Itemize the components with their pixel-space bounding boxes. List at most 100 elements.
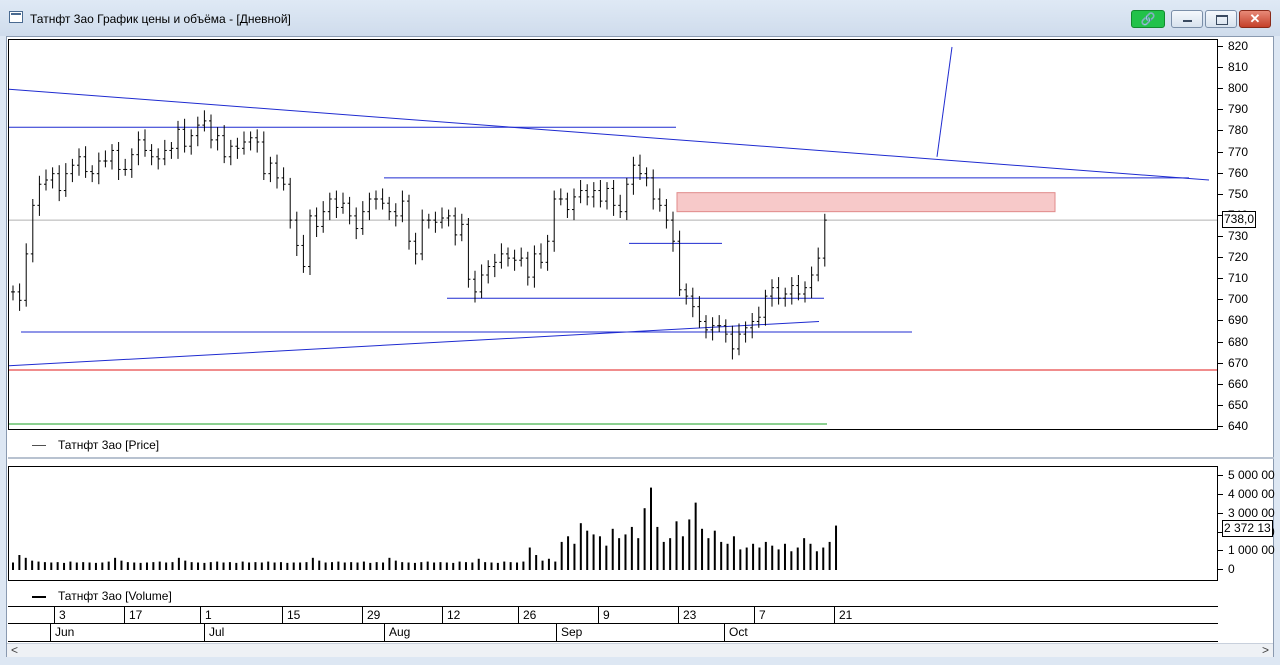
date-axis-month: Jul [204, 624, 224, 641]
ohlc-bar [426, 213, 431, 229]
price-axis-tick: 760 [1228, 165, 1249, 180]
price-axis-tick-mark [1218, 236, 1223, 237]
ohlc-bar [809, 266, 814, 299]
ohlc-bar [195, 116, 200, 147]
price-axis-tick: 820 [1228, 39, 1249, 53]
link-icon[interactable]: 🔗 [1131, 10, 1165, 28]
ohlc-bar [664, 199, 669, 229]
ohlc-bar [308, 209, 312, 275]
ohlc-bar [433, 211, 438, 233]
date-axis-day: 21 [834, 607, 852, 624]
ohlc-bar [605, 182, 609, 210]
date-axis-day: 23 [678, 607, 696, 624]
ohlc-bar [776, 277, 781, 305]
price-axis-tick-mark [1218, 299, 1223, 301]
window-title: Татнфт 3ао График цены и объёма - [Дневн… [30, 12, 291, 26]
panel-separator[interactable] [8, 457, 1274, 459]
ohlc-bar [413, 232, 418, 265]
ohlc-bar [763, 289, 768, 326]
ohlc-bar [539, 243, 543, 269]
ohlc-bar [545, 234, 550, 271]
ohlc-bar [565, 192, 570, 218]
volume-axis-tick-mark [1218, 512, 1223, 514]
ohlc-bar [341, 192, 345, 214]
ohlc-bar [459, 213, 464, 242]
steep-trend-line [936, 46, 953, 157]
ohlc-bar [77, 148, 81, 176]
price-axis-tick: 750 [1228, 186, 1249, 201]
ohlc-bar [374, 190, 378, 210]
current-price-label: 738,0 [1222, 211, 1257, 228]
ohlc-bar [532, 245, 537, 288]
ohlc-bar [136, 131, 141, 166]
ohlc-bar [453, 207, 458, 246]
ohlc-bar [37, 175, 42, 216]
ohlc-bar [314, 207, 319, 237]
ohlc-bar [275, 154, 279, 189]
volume-legend-label: Татнфт 3ао [Volume] [58, 589, 172, 603]
ohlc-bar [572, 188, 576, 221]
ohlc-bar [17, 283, 22, 311]
ohlc-bar [11, 285, 15, 301]
ohlc-bar [552, 190, 557, 252]
ohlc-bar [222, 125, 227, 164]
ohlc-bar [644, 167, 649, 187]
ohlc-bar [380, 188, 385, 210]
price-axis-tick: 810 [1228, 60, 1249, 75]
price-axis-tick-mark [1218, 278, 1223, 280]
price-axis-tick-mark [1218, 362, 1223, 364]
horizontal-scrollbar[interactable]: < > [7, 643, 1273, 657]
ohlc-bar [440, 207, 444, 229]
price-axis-tick-mark [1218, 109, 1223, 111]
volume-chart[interactable] [9, 467, 1217, 580]
price-chart[interactable] [8, 40, 1217, 429]
date-axis: 3 17 1 15 29 12 26 9 23 7 21 Jun Jul Aug Sep Oct [8, 606, 1218, 642]
ohlc-bar [730, 325, 735, 360]
volume-axis-tick-mark [1218, 550, 1223, 552]
ohlc-bar [506, 247, 510, 267]
ohlc-bar [182, 118, 187, 153]
price-axis-tick-mark [1218, 67, 1223, 69]
ohlc-bar [624, 177, 629, 221]
price-axis-tick: 730 [1228, 229, 1249, 243]
ohlc-bar [149, 144, 154, 166]
ohlc-bar [783, 287, 788, 307]
ohlc-bar [737, 323, 741, 356]
scroll-right-arrow[interactable]: > [1262, 644, 1269, 656]
ohlc-bar [235, 137, 240, 159]
close-button[interactable]: ✕ [1239, 10, 1271, 28]
volume-chart-panel[interactable] [8, 466, 1218, 581]
ohlc-bar [591, 182, 596, 208]
price-axis-tick: 720 [1228, 250, 1249, 265]
ohlc-bar [717, 315, 722, 332]
volume-axis-tick: 4 000 00 [1228, 487, 1275, 502]
price-axis-tick-mark [1218, 383, 1223, 385]
ohlc-bar [83, 146, 88, 178]
ohlc-bar [215, 127, 220, 151]
resistance-zone [676, 192, 1056, 213]
date-axis-day: 7 [754, 607, 766, 624]
ohlc-bar [816, 247, 821, 282]
price-axis-tick: 680 [1228, 334, 1249, 349]
price-axis-tick: 660 [1228, 376, 1249, 391]
price-axis-tick-mark [1218, 257, 1223, 259]
ohlc-bar [822, 213, 827, 267]
scroll-left-arrow[interactable]: < [11, 644, 18, 656]
ohlc-bar [789, 277, 794, 305]
ohlc-bar [321, 201, 326, 233]
ohlc-bar [697, 296, 702, 328]
ohlc-bar [400, 190, 405, 223]
ohlc-bar [176, 120, 180, 159]
ohlc-bar [598, 180, 603, 208]
ohlc-bar [690, 287, 695, 318]
maximize-button[interactable] [1205, 10, 1237, 28]
ohlc-bar [473, 270, 477, 303]
current-volume-label: 2 372 13 [1222, 520, 1273, 537]
price-chart-panel[interactable] [8, 39, 1218, 430]
minimize-button[interactable] [1171, 10, 1203, 28]
ohlc-bar [143, 129, 147, 157]
ohlc-bar [492, 253, 497, 278]
price-axis-tick: 800 [1228, 81, 1249, 96]
date-axis-day: 17 [124, 607, 142, 624]
ohlc-bar [156, 148, 161, 170]
